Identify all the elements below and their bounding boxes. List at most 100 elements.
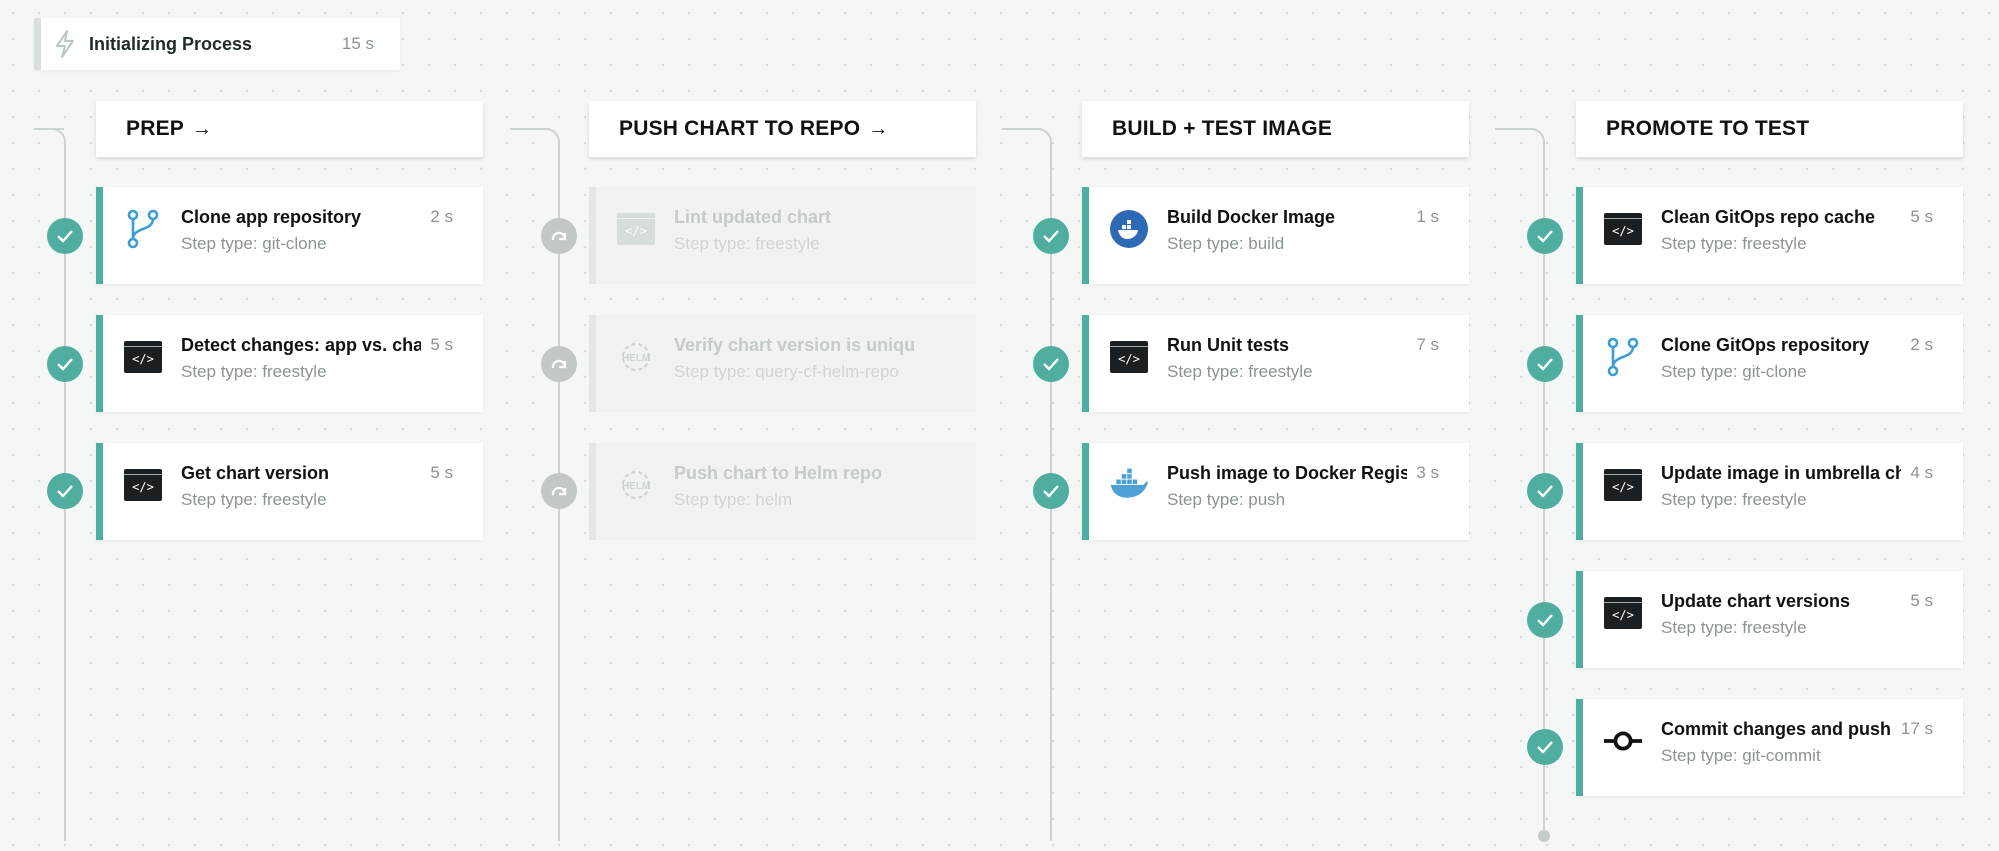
connector-corner bbox=[1515, 128, 1545, 158]
step-title: Verify chart version is unique bbox=[674, 335, 914, 355]
step-card[interactable]: </> Run Unit tests Step type: freestyle … bbox=[1082, 315, 1469, 412]
step-card[interactable]: </> Update image in umbrella chart Step … bbox=[1576, 443, 1963, 540]
step-card[interactable]: </> Get chart version Step type: freesty… bbox=[96, 443, 483, 540]
stage-header-promote-test[interactable]: PROMOTE TO TEST bbox=[1576, 101, 1963, 157]
step-duration: 5 s bbox=[1910, 591, 1933, 610]
success-status-icon bbox=[1033, 473, 1069, 509]
stage-header-push-chart[interactable]: PUSH CHART TO REPO → bbox=[589, 101, 976, 157]
connector-corner bbox=[36, 128, 66, 158]
stage-header-prep[interactable]: PREP → bbox=[96, 101, 483, 157]
step-duration: 3 s bbox=[1416, 463, 1439, 482]
helm-icon: HELM bbox=[616, 465, 656, 505]
code-terminal-icon: </> bbox=[123, 337, 163, 377]
step-type: Step type: freestyle bbox=[181, 362, 327, 381]
git-commit-icon bbox=[1603, 721, 1643, 761]
svg-text:HELM: HELM bbox=[622, 353, 650, 364]
lightning-icon bbox=[41, 29, 89, 59]
step-title: Clone app repository bbox=[181, 207, 362, 227]
success-status-icon bbox=[1527, 218, 1563, 254]
docker-build-icon bbox=[1109, 209, 1149, 249]
step-title: Detect changes: app vs. chart bbox=[181, 335, 421, 355]
step-duration: 4 s bbox=[1910, 463, 1933, 482]
step-type: Step type: push bbox=[1167, 490, 1286, 509]
step-title: Clone GitOps repository bbox=[1661, 335, 1870, 355]
success-status-icon bbox=[1033, 346, 1069, 382]
step-card[interactable]: HELM Push chart to Helm repo Step type: … bbox=[589, 443, 976, 540]
step-duration: 2 s bbox=[1910, 335, 1933, 354]
step-duration: 1 s bbox=[1416, 207, 1439, 226]
step-card[interactable]: </> Clean GitOps repo cache Step type: f… bbox=[1576, 187, 1963, 284]
step-card[interactable]: HELM Verify chart version is unique Step… bbox=[589, 315, 976, 412]
step-card[interactable]: Commit changes and push Step type: git-c… bbox=[1576, 699, 1963, 796]
stage-title: PUSH CHART TO REPO bbox=[619, 117, 861, 140]
step-type: Step type: freestyle bbox=[674, 234, 820, 253]
step-card[interactable]: </> Lint updated chart Step type: freest… bbox=[589, 187, 976, 284]
success-status-icon bbox=[1527, 346, 1563, 382]
skipped-status-icon bbox=[541, 473, 577, 509]
success-status-icon bbox=[1527, 473, 1563, 509]
step-type: Step type: freestyle bbox=[1661, 618, 1807, 637]
connector-corner bbox=[530, 128, 560, 158]
step-duration: 5 s bbox=[430, 463, 453, 482]
step-type: Step type: freestyle bbox=[1661, 490, 1807, 509]
docker-whale-icon bbox=[1109, 465, 1149, 505]
step-type: Step type: git-commit bbox=[1661, 746, 1821, 765]
step-title: Update image in umbrella chart bbox=[1661, 463, 1901, 483]
arrow-right-icon: → bbox=[192, 117, 213, 140]
git-branch-icon bbox=[1603, 337, 1643, 377]
step-card[interactable]: Clone app repository Step type: git-clon… bbox=[96, 187, 483, 284]
code-terminal-icon: </> bbox=[123, 465, 163, 505]
stage-title: BUILD + TEST IMAGE bbox=[1112, 117, 1333, 140]
step-type: Step type: freestyle bbox=[1167, 362, 1313, 381]
step-card[interactable]: Build Docker Image Step type: build 1 s bbox=[1082, 187, 1469, 284]
step-type: Step type: git-clone bbox=[181, 234, 327, 253]
step-card[interactable]: </> Detect changes: app vs. chart Step t… bbox=[96, 315, 483, 412]
code-terminal-icon: </> bbox=[1603, 209, 1643, 249]
initializing-process-card[interactable]: Initializing Process 15 s bbox=[34, 18, 400, 70]
success-status-icon bbox=[1527, 729, 1563, 765]
step-duration: 5 s bbox=[430, 335, 453, 354]
step-title: Update chart versions bbox=[1661, 591, 1851, 611]
helm-icon: HELM bbox=[616, 337, 656, 377]
code-terminal-icon: </> bbox=[1603, 465, 1643, 505]
stage-title: PROMOTE TO TEST bbox=[1606, 117, 1810, 140]
git-branch-icon bbox=[123, 209, 163, 249]
step-title: Build Docker Image bbox=[1167, 207, 1336, 227]
step-type: Step type: git-clone bbox=[1661, 362, 1807, 381]
step-card[interactable]: Push image to Docker Registry Step type:… bbox=[1082, 443, 1469, 540]
success-status-icon bbox=[1527, 602, 1563, 638]
step-title: Lint updated chart bbox=[674, 207, 831, 227]
step-title: Get chart version bbox=[181, 463, 330, 483]
svg-text:HELM: HELM bbox=[622, 481, 650, 492]
step-title: Push image to Docker Registry bbox=[1167, 463, 1407, 483]
connector-corner bbox=[1022, 128, 1052, 158]
step-card[interactable]: Clone GitOps repository Step type: git-c… bbox=[1576, 315, 1963, 412]
code-terminal-icon: </> bbox=[1109, 337, 1149, 377]
step-duration: 5 s bbox=[1910, 207, 1933, 226]
step-type: Step type: helm bbox=[674, 490, 793, 509]
success-status-icon bbox=[47, 473, 83, 509]
skipped-status-icon bbox=[541, 218, 577, 254]
arrow-right-icon: → bbox=[868, 117, 889, 140]
code-terminal-icon: </> bbox=[616, 209, 656, 249]
step-card[interactable]: </> Update chart versions Step type: fre… bbox=[1576, 571, 1963, 668]
step-duration: 17 s bbox=[1900, 719, 1933, 738]
step-type: Step type: build bbox=[1167, 234, 1285, 253]
step-title: Push chart to Helm repo bbox=[674, 463, 883, 483]
code-terminal-icon: </> bbox=[1603, 593, 1643, 633]
stage-header-build-test[interactable]: BUILD + TEST IMAGE bbox=[1082, 101, 1469, 157]
step-title: Commit changes and push bbox=[1661, 719, 1892, 739]
step-duration: 2 s bbox=[430, 207, 453, 226]
step-type: Step type: freestyle bbox=[181, 490, 327, 509]
init-duration: 15 s bbox=[341, 34, 374, 53]
skipped-status-icon bbox=[541, 346, 577, 382]
pipeline-end-dot bbox=[1538, 830, 1550, 842]
step-type: Step type: freestyle bbox=[1661, 234, 1807, 253]
stage-title: PREP bbox=[126, 117, 184, 140]
step-duration: 7 s bbox=[1416, 335, 1439, 354]
step-title: Run Unit tests bbox=[1167, 335, 1290, 355]
step-type: Step type: query-cf-helm-repo bbox=[674, 362, 899, 381]
success-status-icon bbox=[47, 218, 83, 254]
init-label: Initializing Process bbox=[89, 33, 253, 54]
success-status-icon bbox=[47, 346, 83, 382]
